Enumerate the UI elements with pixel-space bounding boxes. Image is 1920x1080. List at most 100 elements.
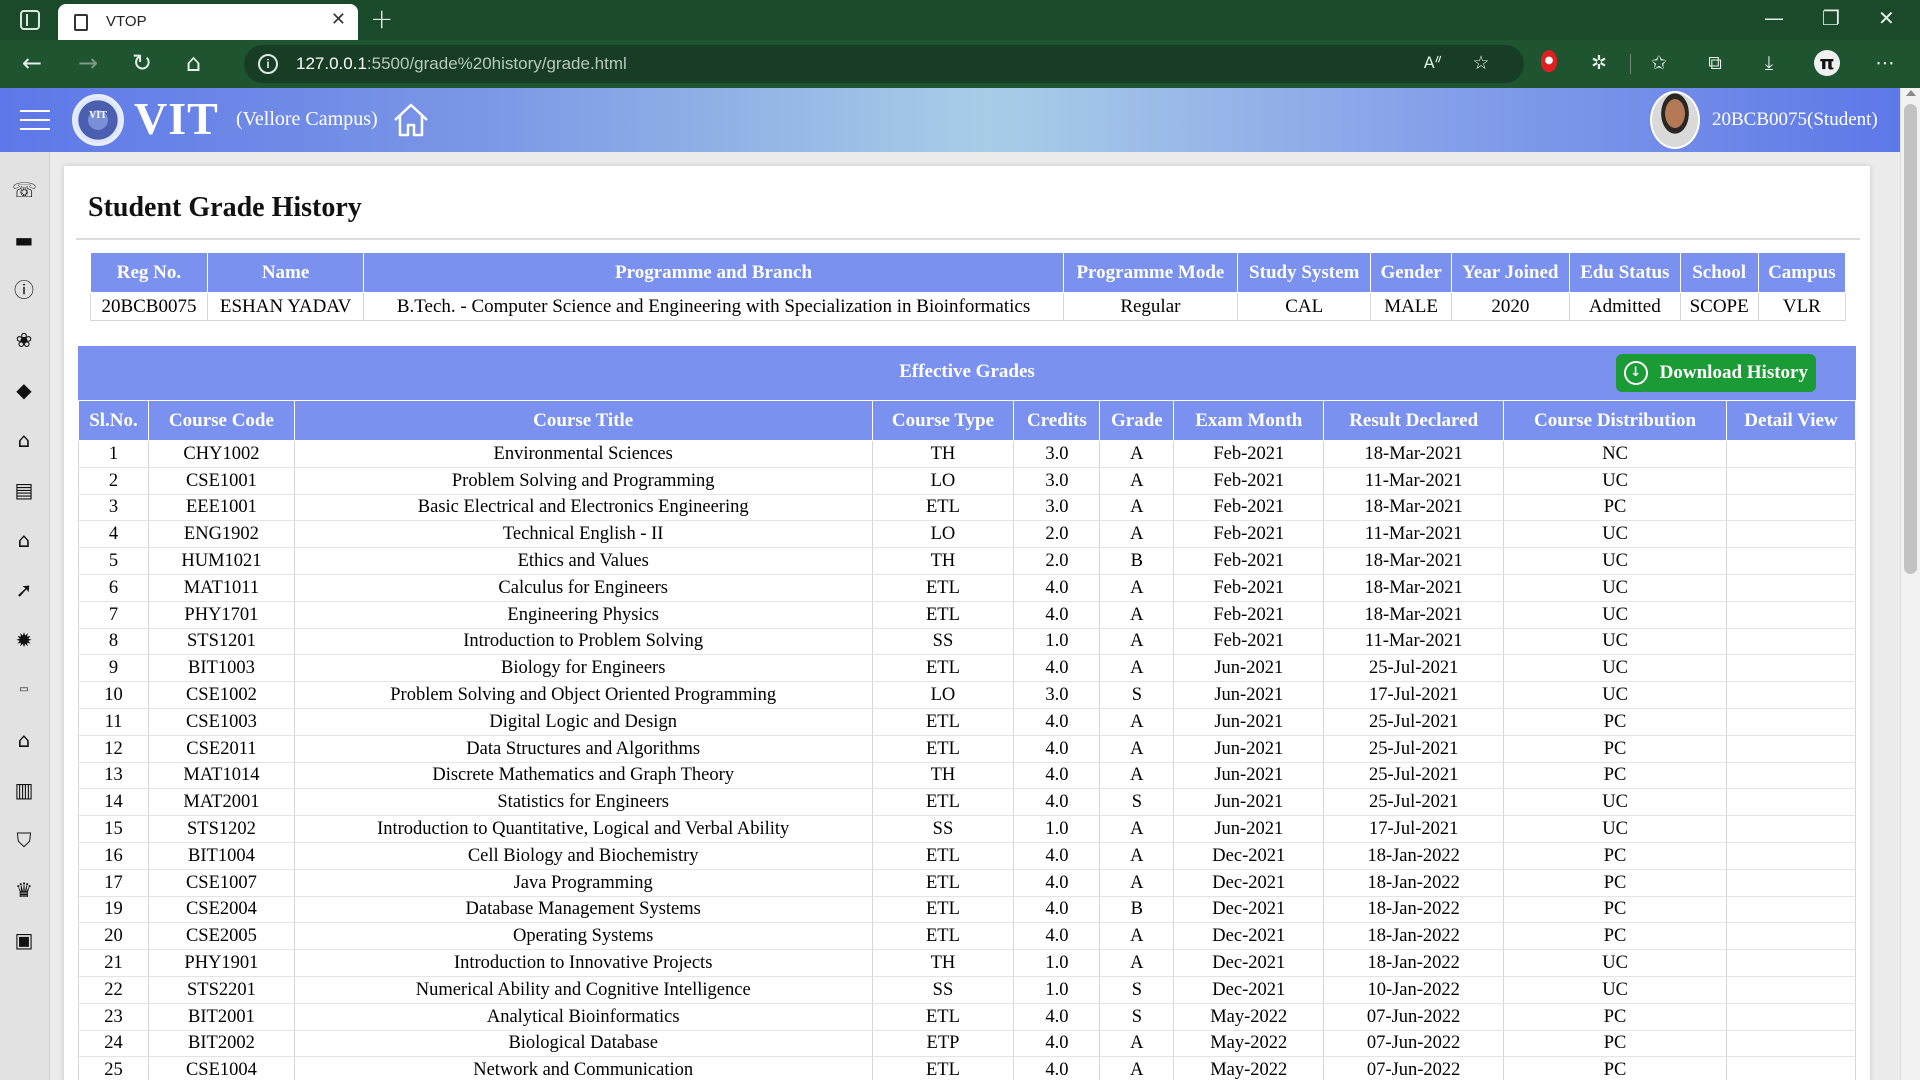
student-col-header: Programme Mode — [1062, 252, 1238, 293]
detail-view-cell[interactable] — [1726, 762, 1856, 790]
detail-view-cell[interactable] — [1726, 922, 1856, 951]
institution-icon[interactable]: ⌂ — [12, 428, 36, 452]
close-tab-icon[interactable]: ✕ — [331, 9, 346, 30]
detail-view-cell[interactable] — [1726, 628, 1856, 656]
detail-view-cell[interactable] — [1726, 842, 1856, 870]
menu-icon[interactable] — [20, 110, 50, 130]
detail-view-cell[interactable] — [1726, 896, 1856, 924]
table-cell: CSE2005 — [147, 922, 295, 951]
table-cell: 4.0 — [1013, 574, 1101, 602]
read-aloud-icon[interactable]: Aᐥ — [1420, 50, 1446, 76]
home-icon[interactable] — [392, 102, 430, 138]
home-icon[interactable]: ⌂ — [12, 728, 36, 752]
table-cell: Operating Systems — [293, 922, 873, 951]
detail-view-cell[interactable] — [1726, 949, 1856, 977]
book-open-icon[interactable]: ▤ — [12, 478, 36, 502]
detail-view-cell[interactable] — [1726, 976, 1856, 1004]
home-icon[interactable]: ⌂ — [186, 48, 201, 78]
avatar[interactable] — [1650, 91, 1700, 149]
page-scrollbar[interactable] — [1900, 88, 1920, 1080]
table-cell: 11-Mar-2021 — [1323, 467, 1505, 495]
table-cell: Introduction to Innovative Projects — [293, 949, 873, 977]
table-cell: A — [1099, 601, 1175, 629]
paw-icon[interactable]: ❀ — [12, 328, 36, 352]
browser-tab[interactable]: VTOP ✕ — [58, 4, 358, 40]
detail-view-cell[interactable] — [1726, 1056, 1856, 1080]
scroll-up-icon[interactable] — [1906, 90, 1916, 96]
detail-view-cell[interactable] — [1726, 788, 1856, 817]
detail-view-cell[interactable] — [1726, 681, 1856, 709]
briefcase-icon[interactable]: ▬ — [12, 228, 36, 252]
table-cell: 17-Jul-2021 — [1323, 681, 1505, 709]
student-cell: SCOPE — [1679, 292, 1759, 321]
table-cell: SS — [871, 815, 1015, 843]
shield-icon[interactable]: ⛉ — [12, 828, 36, 852]
detail-view-cell[interactable] — [1726, 869, 1856, 897]
info-icon[interactable]: ⓘ — [12, 278, 36, 302]
back-icon[interactable]: ← — [22, 48, 42, 78]
table-cell: TH — [871, 762, 1015, 790]
table-cell: PC — [1503, 1056, 1727, 1080]
graduation-cap-icon[interactable]: ◆ — [12, 378, 36, 402]
table-cell: S — [1099, 1003, 1175, 1031]
extension-red-icon[interactable]: ● — [1541, 50, 1557, 72]
restore-icon[interactable]: ❐ — [1822, 6, 1840, 30]
favorites-icon[interactable]: ✩ — [1646, 50, 1672, 76]
book-icon[interactable]: ▥ — [12, 778, 36, 802]
detail-view-cell[interactable] — [1726, 815, 1856, 843]
extensions-icon[interactable]: ✲ — [1586, 50, 1612, 76]
detail-view-cell[interactable] — [1726, 654, 1856, 683]
download-history-button[interactable]: ↓ Download History — [1615, 354, 1816, 392]
rocket-icon[interactable]: ➚ — [12, 578, 36, 602]
more-menu-icon[interactable]: ⋯ — [1872, 50, 1898, 76]
detail-view-cell[interactable] — [1726, 547, 1856, 575]
scrollbar-thumb[interactable] — [1904, 104, 1917, 574]
detail-view-cell[interactable] — [1726, 1030, 1856, 1058]
table-row: 24 BIT2002 Biological Database ETP 4.0 A May-2… — [78, 1030, 1856, 1058]
downloads-icon[interactable]: ⤓ — [1756, 50, 1782, 76]
phone-icon[interactable]: ☏ — [12, 178, 37, 202]
table-cell: Jun-2021 — [1173, 815, 1325, 843]
site-info-icon[interactable]: i — [258, 54, 278, 74]
detail-view-cell[interactable] — [1726, 1003, 1856, 1031]
forward-icon[interactable]: → — [78, 48, 98, 78]
table-cell: BIT2002 — [147, 1030, 295, 1058]
profile-icon[interactable]: π — [1814, 50, 1840, 76]
visa-card-icon[interactable]: ▭ — [12, 678, 36, 702]
site-header: VIT (Vellore Campus) 20BCB0075(Student) — [0, 88, 1900, 152]
url-field[interactable]: i 127.0.0.1:5500/grade%20history/grade.h… — [244, 45, 1524, 83]
user-id[interactable]: 20BCB0075(Student) — [1712, 109, 1878, 131]
table-cell: 5 — [78, 547, 149, 575]
detail-view-cell[interactable] — [1726, 601, 1856, 629]
lock-icon[interactable]: ▣ — [12, 928, 36, 952]
new-tab-icon[interactable]: + — [370, 2, 393, 35]
detail-view-cell[interactable] — [1726, 735, 1856, 763]
table-cell: PHY1901 — [147, 949, 295, 977]
favorite-add-icon[interactable]: ☆ — [1468, 50, 1494, 76]
sidebar: ☏ ▬ ⓘ ❀ ◆ ⌂ ▤ ⌂ ➚ ✹ ▭ ⌂ ▥ ⛉ ♛ ▣ — [0, 152, 50, 1080]
refresh-icon[interactable]: ↻ — [132, 48, 152, 78]
detail-view-cell[interactable] — [1726, 708, 1856, 736]
gear-badge-icon[interactable]: ✹ — [12, 628, 36, 652]
table-cell: A — [1099, 467, 1175, 495]
detail-view-cell[interactable] — [1726, 467, 1856, 495]
table-cell: A — [1099, 708, 1175, 736]
detail-view-cell[interactable] — [1726, 440, 1856, 468]
table-cell: UC — [1503, 628, 1727, 656]
student-col-header: Study System — [1236, 252, 1372, 293]
table-cell: 07-Jun-2022 — [1323, 1056, 1505, 1080]
table-cell: Feb-2021 — [1173, 520, 1325, 549]
detail-view-cell[interactable] — [1726, 574, 1856, 602]
building-columns-icon[interactable]: ⌂ — [12, 528, 36, 552]
table-cell: ETL — [871, 708, 1015, 736]
close-window-icon[interactable]: ✕ — [1878, 6, 1895, 30]
collections-icon[interactable]: ⧉ — [1702, 50, 1728, 76]
tab-actions-icon[interactable] — [20, 10, 40, 30]
table-cell: 25-Jul-2021 — [1323, 762, 1505, 790]
table-cell: TH — [871, 440, 1015, 468]
table-cell: 3.0 — [1013, 440, 1101, 468]
trophy-icon[interactable]: ♛ — [12, 878, 36, 902]
detail-view-cell[interactable] — [1726, 494, 1856, 522]
minimize-icon[interactable]: — — [1764, 6, 1784, 30]
detail-view-cell[interactable] — [1726, 520, 1856, 549]
